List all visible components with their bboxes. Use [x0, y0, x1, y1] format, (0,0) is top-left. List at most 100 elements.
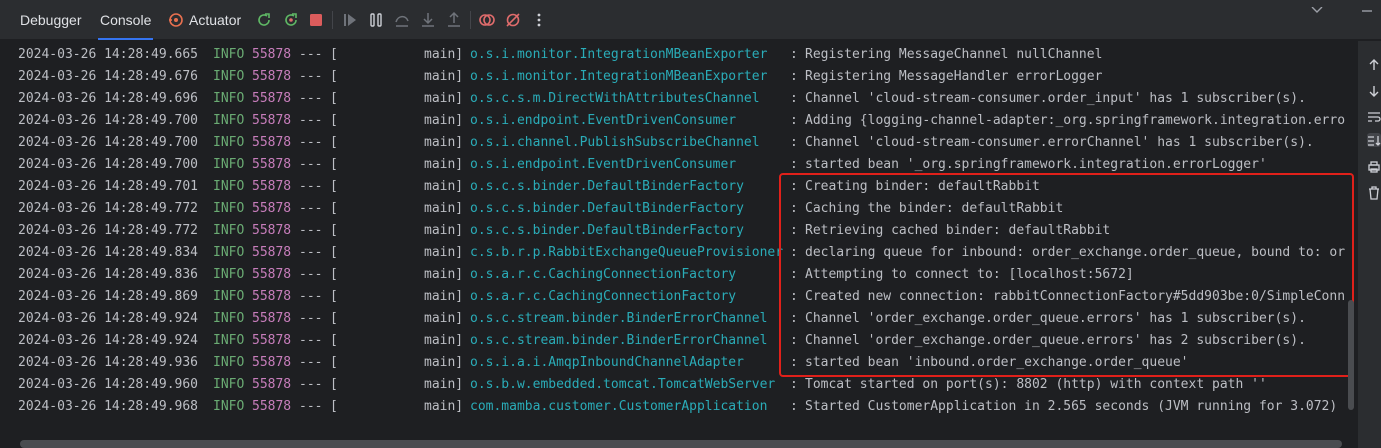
log-message: Tomcat started on port(s): 8802 (http) w…	[805, 377, 1267, 392]
log-line: 2024-03-26 14:28:49.772 INFO 55878 --- [main…	[0, 220, 1346, 242]
mute-breakpoints-icon[interactable]	[503, 10, 523, 30]
step-out-icon[interactable]	[444, 10, 464, 30]
log-thread: main]	[424, 355, 464, 370]
log-level: INFO	[213, 223, 245, 238]
log-timestamp: 2024-03-26 14:28:49.960	[18, 377, 199, 392]
log-pid: 55878	[252, 377, 292, 392]
log-colon: :	[790, 267, 798, 282]
log-separator: ---	[299, 267, 323, 282]
log-logger: o.s.c.s.binder.DefaultBinderFactory	[470, 201, 744, 216]
console-output[interactable]: 2024-03-26 14:28:49.665 INFO 55878 --- [main…	[0, 41, 1346, 436]
more-options-icon[interactable]	[529, 10, 549, 30]
step-into-icon[interactable]	[418, 10, 438, 30]
log-pid: 55878	[252, 69, 292, 84]
tab-actuator-label: Actuator	[189, 12, 242, 28]
log-line: 2024-03-26 14:28:49.772 INFO 55878 --- [main…	[0, 198, 1346, 220]
log-logger: o.s.c.stream.binder.BinderErrorChannel	[470, 333, 768, 348]
rerun-failed-icon[interactable]	[281, 10, 301, 30]
log-thread: main]	[424, 201, 464, 216]
log-separator: ---	[299, 355, 323, 370]
log-logger: o.s.i.a.i.AmqpInboundChannelAdapter	[470, 355, 744, 370]
log-message: Started CustomerApplication in 2.565 sec…	[805, 399, 1338, 414]
tab-debugger[interactable]: Debugger	[10, 0, 92, 40]
log-colon: :	[790, 377, 798, 392]
log-separator: ---	[299, 311, 323, 326]
vertical-scrollbar[interactable]	[1348, 300, 1354, 410]
log-pid: 55878	[252, 289, 292, 304]
log-timestamp: 2024-03-26 14:28:49.700	[18, 157, 199, 172]
log-thread-bracket: [	[330, 179, 338, 194]
log-logger: o.s.c.s.m.DirectWithAttributesChannel	[470, 91, 760, 106]
log-logger: o.s.i.endpoint.EventDrivenConsumer	[470, 157, 737, 172]
log-thread-bracket: [	[330, 135, 338, 150]
resume-icon[interactable]	[340, 10, 360, 30]
settings-icon[interactable]	[1310, 0, 1324, 13]
log-separator: ---	[299, 333, 323, 348]
log-separator: ---	[299, 135, 323, 150]
scroll-to-end-icon[interactable]	[1367, 133, 1381, 147]
log-pid: 55878	[252, 267, 292, 282]
actuator-icon	[168, 3, 184, 27]
horizontal-scrollbar[interactable]	[20, 440, 1342, 448]
log-thread-bracket: [	[330, 201, 338, 216]
view-breakpoints-icon[interactable]	[477, 10, 497, 30]
tab-console[interactable]: Console	[90, 0, 161, 40]
log-thread: main]	[424, 113, 464, 128]
log-pid: 55878	[252, 355, 292, 370]
log-thread: main]	[424, 69, 464, 84]
log-colon: :	[790, 157, 798, 172]
step-over-icon[interactable]	[392, 10, 412, 30]
log-pid: 55878	[252, 179, 292, 194]
log-timestamp: 2024-03-26 14:28:49.676	[18, 69, 199, 84]
log-logger: o.s.i.endpoint.EventDrivenConsumer	[470, 113, 737, 128]
console-sidebar	[1358, 41, 1381, 448]
log-line: 2024-03-26 14:28:49.701 INFO 55878 --- [main…	[0, 176, 1346, 198]
log-thread: main]	[424, 47, 464, 62]
log-pid: 55878	[252, 47, 292, 62]
log-line: 2024-03-26 14:28:49.968 INFO 55878 --- [main…	[0, 396, 1346, 418]
log-colon: :	[790, 135, 798, 150]
log-thread-bracket: [	[330, 245, 338, 260]
scroll-down-icon[interactable]	[1367, 83, 1381, 97]
pause-icon[interactable]	[366, 10, 386, 30]
log-line: 2024-03-26 14:28:49.700 INFO 55878 --- [main…	[0, 110, 1346, 132]
log-thread-bracket: [	[330, 113, 338, 128]
log-level: INFO	[213, 377, 245, 392]
log-colon: :	[790, 245, 798, 260]
rerun-icon[interactable]	[254, 10, 274, 30]
log-line: 2024-03-26 14:28:49.936 INFO 55878 --- [main…	[0, 352, 1346, 374]
log-thread-bracket: [	[330, 91, 338, 106]
log-level: INFO	[213, 69, 245, 84]
log-colon: :	[790, 201, 798, 216]
log-pid: 55878	[252, 223, 292, 238]
log-colon: :	[790, 223, 798, 238]
print-icon[interactable]	[1367, 159, 1381, 173]
log-thread: main]	[424, 311, 464, 326]
log-level: INFO	[213, 311, 245, 326]
log-line: 2024-03-26 14:28:49.700 INFO 55878 --- [main…	[0, 154, 1346, 176]
tab-actuator[interactable]: Actuator	[160, 0, 251, 40]
tab-console-label: Console	[100, 12, 152, 28]
log-timestamp: 2024-03-26 14:28:49.696	[18, 91, 199, 106]
log-thread-bracket: [	[330, 69, 338, 84]
toolbar-separator	[470, 11, 471, 29]
log-separator: ---	[299, 399, 323, 414]
log-pid: 55878	[252, 157, 292, 172]
log-thread-bracket: [	[330, 399, 338, 414]
log-level: INFO	[213, 267, 245, 282]
log-timestamp: 2024-03-26 14:28:49.701	[18, 179, 199, 194]
log-logger: o.s.i.channel.PublishSubscribeChannel	[470, 135, 760, 150]
log-colon: :	[790, 91, 798, 106]
log-message: Registering MessageChannel nullChannel	[805, 47, 1103, 62]
soft-wrap-icon[interactable]	[1367, 109, 1381, 123]
log-timestamp: 2024-03-26 14:28:49.924	[18, 333, 199, 348]
clear-all-icon[interactable]	[1367, 185, 1381, 200]
log-pid: 55878	[252, 245, 292, 260]
scroll-up-icon[interactable]	[1367, 57, 1381, 71]
log-logger: o.s.i.monitor.IntegrationMBeanExporter	[470, 69, 768, 84]
stop-icon[interactable]	[306, 10, 326, 30]
toolbar-separator	[332, 11, 333, 29]
hide-panel-icon[interactable]	[1360, 0, 1374, 12]
log-pid: 55878	[252, 135, 292, 150]
log-line: 2024-03-26 14:28:49.700 INFO 55878 --- [main…	[0, 132, 1346, 154]
